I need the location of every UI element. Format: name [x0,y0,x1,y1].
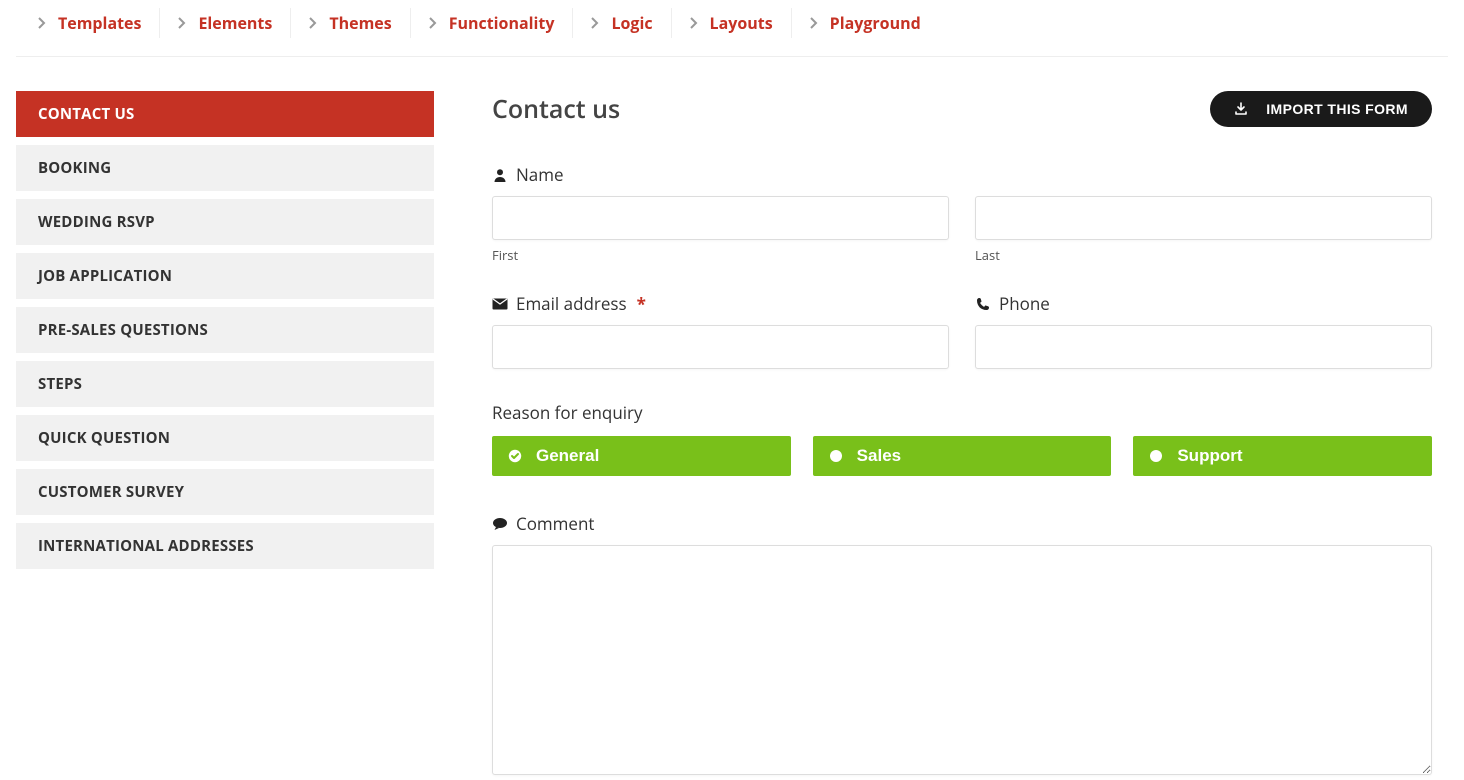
first-name-sublabel: First [492,246,949,264]
reason-label: Reason for enquiry [492,401,1432,424]
sidebar-item-customer-survey[interactable]: CUSTOMER SURVEY [16,469,434,515]
option-label: Sales [857,446,901,466]
nav-label: Templates [58,12,141,34]
chevron-right-icon [429,17,437,29]
sidebar: CONTACT US BOOKING WEDDING RSVP JOB APPL… [16,91,434,780]
comment-textarea[interactable] [492,545,1432,775]
sidebar-item-contact-us[interactable]: CONTACT US [16,91,434,137]
nav-logic[interactable]: Logic [573,8,671,38]
sidebar-item-label: INTERNATIONAL ADDRESSES [38,536,254,556]
nav-label: Elements [198,12,272,34]
sidebar-item-job-application[interactable]: JOB APPLICATION [16,253,434,299]
reason-options: General Sales Support [492,436,1432,476]
radio-icon [829,449,843,463]
sidebar-item-label: CONTACT US [38,104,134,124]
phone-label-text: Phone [999,292,1050,315]
reason-option-general[interactable]: General [492,436,791,476]
chevron-right-icon [38,17,46,29]
nav-label: Layouts [710,12,773,34]
content-area: Contact us IMPORT THIS FORM Name First [434,91,1448,780]
envelope-icon [492,298,508,310]
comment-label: Comment [492,512,1432,535]
option-label: General [536,446,599,466]
sidebar-item-pre-sales-questions[interactable]: PRE-SALES QUESTIONS [16,307,434,353]
nav-elements[interactable]: Elements [160,8,291,38]
nav-templates[interactable]: Templates [32,8,160,38]
phone-icon [975,297,991,311]
chevron-right-icon [309,17,317,29]
comment-icon [492,517,508,531]
nav-label: Themes [329,12,391,34]
chevron-right-icon [178,17,186,29]
sidebar-item-label: QUICK QUESTION [38,428,170,448]
nav-label: Functionality [449,12,555,34]
sidebar-item-label: JOB APPLICATION [38,266,172,286]
option-label: Support [1177,446,1242,466]
chevron-right-icon [810,17,818,29]
sidebar-item-label: PRE-SALES QUESTIONS [38,320,208,340]
sidebar-item-international-addresses[interactable]: INTERNATIONAL ADDRESSES [16,523,434,569]
page-title: Contact us [492,92,620,126]
comment-label-text: Comment [516,512,594,535]
sidebar-item-wedding-rsvp[interactable]: WEDDING RSVP [16,199,434,245]
nav-layouts[interactable]: Layouts [672,8,792,38]
top-nav: Templates Elements Themes Functionality … [16,0,1448,57]
name-label: Name [492,163,1432,186]
import-button-label: IMPORT THIS FORM [1266,101,1408,117]
chevron-right-icon [591,17,599,29]
phone-label: Phone [975,292,1432,315]
sidebar-item-booking[interactable]: BOOKING [16,145,434,191]
nav-functionality[interactable]: Functionality [411,8,574,38]
nav-themes[interactable]: Themes [291,8,410,38]
first-name-input[interactable] [492,196,949,240]
nav-label: Playground [830,12,921,34]
phone-input[interactable] [975,325,1432,369]
sidebar-item-steps[interactable]: STEPS [16,361,434,407]
sidebar-item-label: BOOKING [38,158,111,178]
download-icon [1234,102,1248,116]
reason-option-support[interactable]: Support [1133,436,1432,476]
chevron-right-icon [690,17,698,29]
import-form-button[interactable]: IMPORT THIS FORM [1210,91,1432,127]
email-label: Email address * [492,292,949,315]
last-name-sublabel: Last [975,246,1432,264]
required-marker: * [637,292,646,315]
check-circle-icon [508,449,522,463]
content-header: Contact us IMPORT THIS FORM [492,91,1432,127]
sidebar-item-label: WEDDING RSVP [38,212,155,232]
sidebar-item-quick-question[interactable]: QUICK QUESTION [16,415,434,461]
nav-label: Logic [611,12,652,34]
last-name-input[interactable] [975,196,1432,240]
name-label-text: Name [516,163,564,186]
radio-icon [1149,449,1163,463]
nav-playground[interactable]: Playground [792,8,939,38]
email-input[interactable] [492,325,949,369]
sidebar-item-label: STEPS [38,374,82,394]
sidebar-item-label: CUSTOMER SURVEY [38,482,184,502]
reason-option-sales[interactable]: Sales [813,436,1112,476]
email-label-text: Email address [516,292,627,315]
user-icon [492,168,508,182]
